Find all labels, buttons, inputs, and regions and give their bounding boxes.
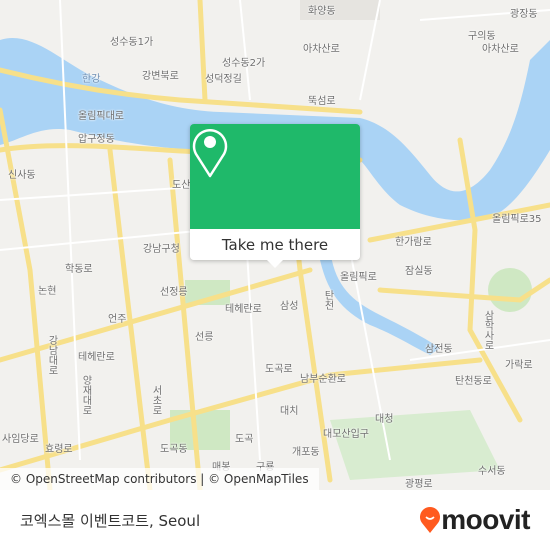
map-label: 올림픽로	[340, 272, 377, 283]
place-name: 코엑스몰 이벤트코트, Seoul	[20, 512, 201, 530]
map-label: 올림픽로35	[492, 214, 542, 225]
popup-pointer	[267, 260, 283, 268]
map[interactable]: 성수동1가 성수동2가 화양동 구의동 광장동 한강 강변북로 성덕정길 뚝섬로…	[0, 0, 550, 490]
park	[330, 410, 500, 480]
map-label: 가락로	[505, 360, 533, 371]
take-me-there-button[interactable]: Take me there	[190, 229, 360, 260]
map-label: 아차산로	[303, 44, 340, 55]
map-label: 효령로	[45, 444, 73, 455]
map-label: 논현	[38, 286, 57, 297]
moovit-logo[interactable]: moovit	[419, 504, 530, 536]
map-label: 수서동	[478, 466, 506, 477]
map-label: 성수동1가	[110, 37, 154, 48]
map-label: 테헤란로	[225, 304, 262, 315]
map-label: 탄천	[322, 290, 333, 310]
map-label: 남부순환로	[300, 374, 346, 385]
map-label: 삼전동	[425, 344, 453, 355]
map-label: 양재대로	[80, 375, 91, 415]
map-label: 신사동	[8, 170, 36, 181]
map-label: 언주	[108, 314, 127, 325]
footer: 코엑스몰 이벤트코트, Seoul moovit	[0, 490, 550, 550]
moovit-logo-text: moovit	[441, 504, 530, 535]
map-label: 도곡동	[160, 444, 188, 455]
map-label: 화양동	[308, 6, 336, 17]
moovit-pin-icon	[420, 507, 441, 533]
map-label: 삼학사로	[482, 310, 493, 350]
popup-header	[190, 124, 360, 229]
map-label: 대청	[375, 414, 394, 425]
map-label: 선릉	[195, 332, 214, 343]
map-label: 탄천동로	[455, 376, 492, 387]
map-label: 광평로	[405, 479, 433, 490]
map-label: 광장동	[510, 9, 538, 20]
map-label: 한가람로	[395, 237, 432, 248]
map-label: 대치	[280, 406, 299, 417]
map-label: 사임당로	[2, 434, 39, 445]
map-label: 잠실동	[405, 266, 433, 277]
location-pin-icon	[192, 129, 228, 178]
map-label: 아차산로	[482, 44, 519, 55]
map-label: 성수동2가	[222, 58, 266, 69]
map-label: 강남구청	[143, 244, 180, 255]
map-label: 도산	[172, 180, 191, 191]
map-label: 학동로	[65, 264, 93, 275]
map-label: 개포동	[292, 447, 320, 458]
map-label: 성덕정길	[205, 74, 242, 85]
map-label: 선정릉	[160, 287, 188, 298]
map-label: 도곡로	[265, 364, 293, 375]
map-label: 뚝섬로	[308, 96, 336, 107]
destination-popup[interactable]: Take me there	[190, 124, 360, 268]
map-label: 삼성	[280, 301, 299, 312]
park	[488, 268, 532, 312]
map-label: 올림픽대로	[78, 111, 124, 122]
map-attribution[interactable]: © OpenStreetMap contributors | © OpenMap…	[0, 468, 319, 490]
map-label: 서초로	[150, 385, 161, 415]
map-label: 도곡	[235, 434, 254, 445]
map-label: 강남대로	[46, 335, 57, 375]
map-label: 한강	[82, 74, 101, 85]
map-label: 압구정동	[78, 134, 115, 145]
map-label: 강변북로	[142, 71, 179, 82]
map-label: 대모산입구	[323, 429, 369, 440]
map-label: 테헤란로	[78, 352, 115, 363]
